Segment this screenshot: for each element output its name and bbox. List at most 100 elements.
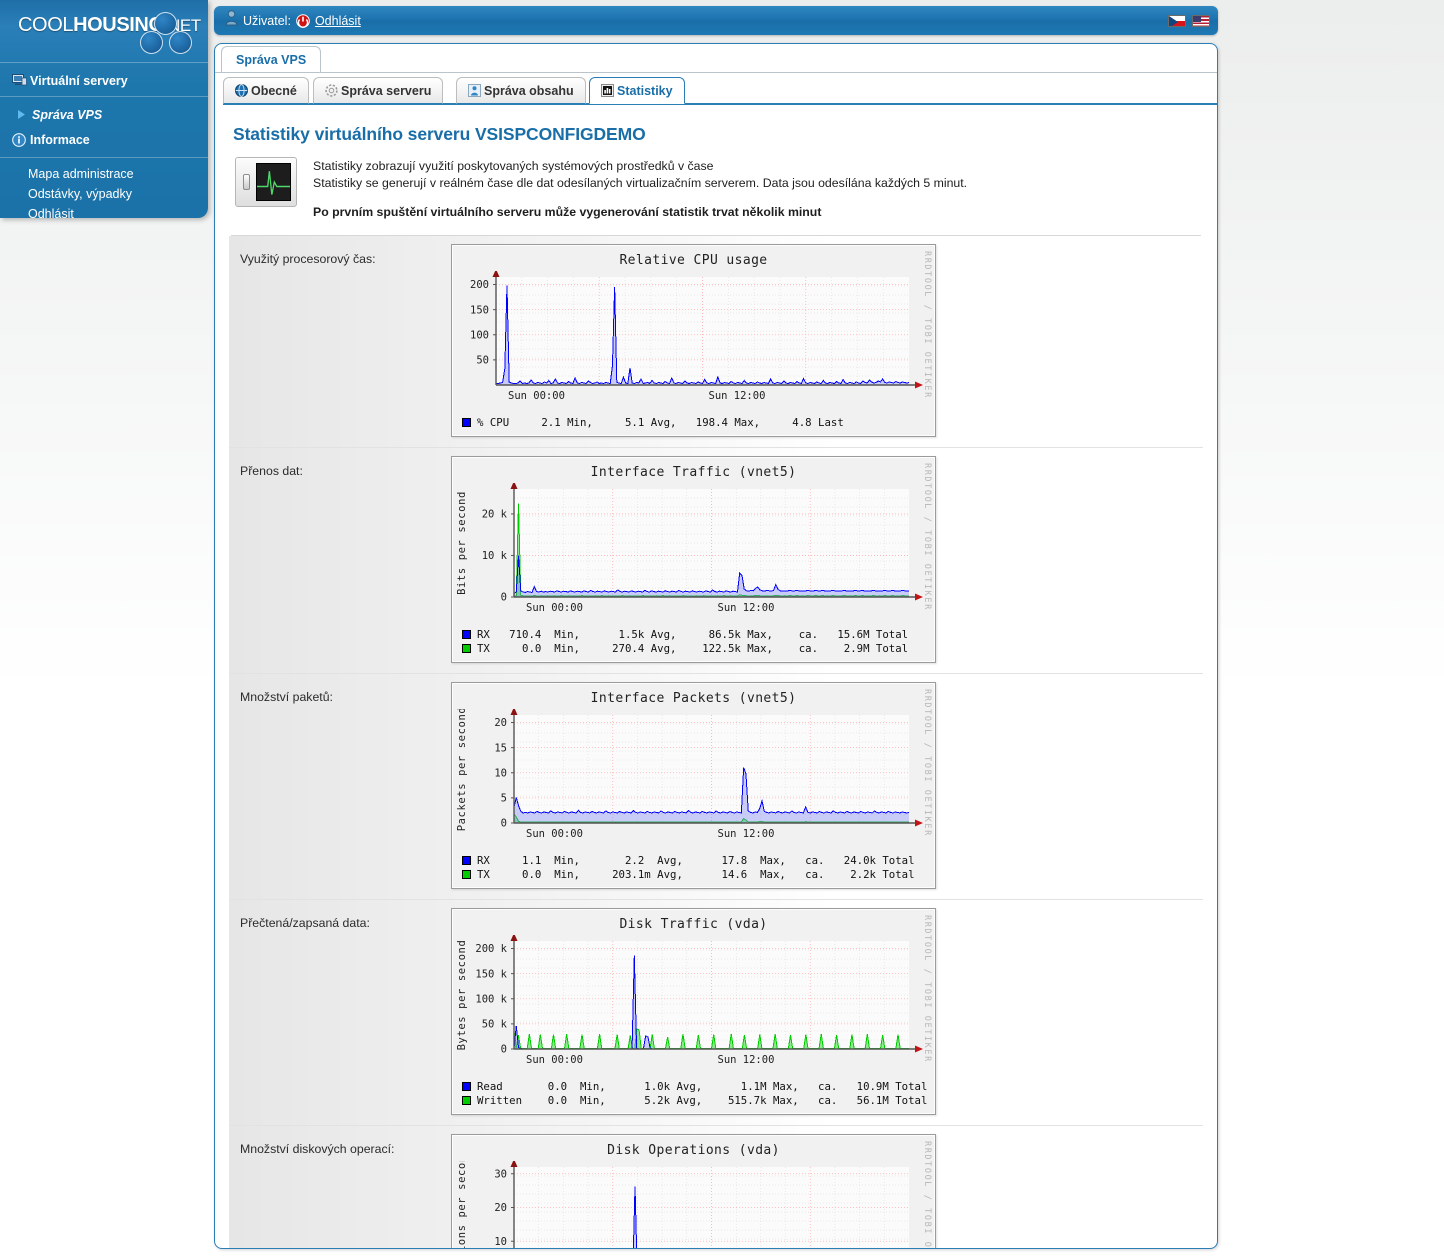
sidebar-sublinks: Mapa administrace Odstávky, výpadky Odhl…	[0, 157, 208, 229]
rrd-graph-title: Interface Traffic (vnet5)	[590, 464, 797, 480]
svg-text:Sun 12:00: Sun 12:00	[718, 1054, 775, 1066]
tab-sprava-obsahu[interactable]: Správa obsahu	[456, 77, 586, 104]
rrd-plot: Bytes per second 0 50 k 100 k 150 k 200 k Sun …	[456, 932, 923, 1066]
svg-text:Sun 12:00: Sun 12:00	[709, 390, 766, 402]
sidebar-item-virtual-servers[interactable]: Virtuální servery	[0, 68, 208, 93]
legend-text: Read 0.0 Min, 1.0k Avg, 1.1M Max, ca. 10…	[477, 1079, 928, 1093]
rrd-legend-row: TX 0.0 Min, 203.1m Avg, 14.6 Max, ca. 2.…	[462, 868, 935, 883]
sidebar-item-virtual-servers-label: Virtuální servery	[30, 73, 128, 88]
svg-text:Operations per second: Operations per second	[456, 1161, 468, 1250]
svg-text:50: 50	[476, 354, 489, 366]
tab-obecne-label: Obecné	[251, 83, 297, 98]
legend-swatch-icon	[462, 1096, 471, 1105]
intro-text: Statistiky zobrazují využití poskytovaný…	[313, 157, 967, 221]
svg-text:50 k: 50 k	[482, 1018, 508, 1030]
intro-line-2: Statistiky se generují v reálném čase dl…	[313, 176, 968, 190]
stat-row-label: Množství paketů:	[240, 689, 333, 704]
svg-text:Packets per second: Packets per second	[456, 709, 468, 831]
main-panel: Správa VPS Obecné Správa serveru Správa …	[214, 43, 1218, 1249]
user-bar: Uživatel: Odhlásit	[214, 6, 1218, 35]
svg-text:Sun 00:00: Sun 00:00	[508, 390, 565, 402]
rrd-legend-row: TX 0.0 Min, 270.4 Avg, 122.5k Max, ca. 2…	[462, 642, 935, 657]
rrd-watermark: RRDTOOL / TOBI OETIKER	[922, 462, 932, 611]
svg-text:20 k: 20 k	[482, 508, 508, 520]
content-area: Statistiky virtuálního serveru VSISPCONF…	[215, 124, 1217, 1250]
rrd-legend: RX 1.1 Min, 2.2 Avg, 17.8 Max, ca. 24.0k…	[452, 849, 935, 884]
logout-link[interactable]: Odhlásit	[315, 14, 361, 28]
legend-swatch-icon	[462, 855, 471, 865]
rrd-watermark: RRDTOOL / TOBI OETIKER	[922, 914, 932, 1063]
rrd-watermark: RRDTOOL / TOBI OETIKER	[922, 688, 932, 837]
tab-sprava-obsahu-label: Správa obsahu	[484, 83, 574, 98]
svg-text:0: 0	[501, 591, 507, 603]
sidebar-item-informace-label: Informace	[30, 132, 90, 147]
tab-sprava-vps[interactable]: Správa VPS	[221, 46, 322, 73]
rrd-legend-row: Read 0.0 Min, 1.0k Avg, 1.1M Max, ca. 10…	[462, 1080, 935, 1095]
svg-text:5: 5	[501, 792, 507, 804]
logo-circles-icon	[138, 12, 194, 56]
main-tab-strip: Správa VPS	[215, 44, 1217, 73]
stat-row-graph: Relative CPU usage RRDTOOL / TOBI OETIKER…	[451, 236, 936, 447]
svg-text:100: 100	[470, 329, 489, 341]
rrd-plot: Packets per second 0 5 10 15 20 Sun 00:00 Sun 1…	[456, 706, 923, 840]
cz-flag-icon[interactable]	[1168, 14, 1186, 27]
rrd-graph-title: Interface Packets (vnet5)	[590, 690, 797, 706]
intro-line-1: Statistiky zobrazují využití poskytovaný…	[313, 159, 714, 173]
rrd-legend-row: % CPU 2.1 Min, 5.1 Avg, 198.4 Max, 4.8 L…	[462, 416, 935, 431]
tab-statistiky[interactable]: Statistiky	[589, 77, 685, 104]
svg-text:Sun 00:00: Sun 00:00	[526, 1054, 583, 1066]
legend-swatch-icon	[462, 1081, 471, 1091]
rrd-legend-row: RX 1.1 Min, 2.2 Avg, 17.8 Max, ca. 24.0k…	[462, 854, 935, 869]
stat-row: Přečtená/zapsaná data: Disk Traffic (vda)…	[229, 899, 1203, 1126]
sidebar-item-informace[interactable]: Informace	[0, 127, 208, 152]
user-badge-icon	[468, 84, 481, 97]
legend-swatch-icon	[462, 870, 471, 879]
sidebar-item-sprava-vps[interactable]: Správa VPS	[0, 102, 208, 127]
svg-text:Bits per second: Bits per second	[456, 491, 468, 595]
sidebar-link-odstavky-vypadky[interactable]: Odstávky, výpadky	[0, 184, 208, 204]
sidebar-link-odhlasit[interactable]: Odhlásit	[0, 204, 208, 224]
info-icon	[12, 132, 30, 147]
chart-icon	[601, 84, 614, 97]
monitor-icon	[12, 74, 30, 87]
rrd-graph-title: Disk Traffic (vda)	[619, 916, 768, 932]
svg-text:30: 30	[494, 1168, 507, 1180]
svg-text:Sun 12:00: Sun 12:00	[718, 602, 775, 614]
sidebar-section-current: Správa VPS Informace	[0, 96, 208, 157]
rrd-graph-title: Relative CPU usage	[619, 253, 768, 268]
rrd-watermark: RRDTOOL / TOBI OETIKER	[922, 251, 932, 399]
stat-row: Množství paketů: Interface Packets (vnet5…	[229, 673, 1203, 900]
svg-text:20: 20	[494, 1202, 507, 1214]
sub-tab-bar: Obecné Správa serveru Správa obsahu Stat…	[223, 77, 1217, 106]
rrd-graph: Relative CPU usage RRDTOOL / TOBI OETIKER…	[451, 244, 936, 437]
rrd-legend-row: RX 710.4 Min, 1.5k Avg, 86.5k Max, ca. 1…	[462, 628, 935, 643]
stat-row-graph: Disk Operations (vda) RRDTOOL / TOBI OETI…	[451, 1126, 936, 1250]
tab-sprava-serveru-label: Správa serveru	[341, 83, 432, 98]
globe-icon	[235, 84, 248, 97]
rrd-plot: Bits per second 0 10 k 20 k Sun 00:00 Sun 12:…	[456, 480, 923, 614]
legend-text: % CPU 2.1 Min, 5.1 Avg, 198.4 Max, 4.8 L…	[477, 416, 844, 429]
rrd-watermark: RRDTOOL / TOBI OETIKER	[922, 1140, 932, 1249]
legend-text: RX 1.1 Min, 2.2 Avg, 17.8 Max, ca. 24.0k…	[477, 853, 915, 867]
stat-row: Využitý procesorový čas: Relative CPU usa…	[229, 236, 1203, 448]
svg-text:10: 10	[494, 767, 507, 779]
svg-text:Sun 00:00: Sun 00:00	[526, 828, 583, 840]
power-icon[interactable]	[296, 13, 310, 28]
svg-text:0: 0	[501, 817, 507, 829]
svg-text:150 k: 150 k	[475, 968, 507, 980]
tab-statistiky-label: Statistiky	[617, 83, 673, 98]
svg-text:200: 200	[470, 279, 489, 291]
tab-strip-divider	[215, 72, 1217, 73]
tab-sprava-vps-label: Správa VPS	[236, 53, 307, 67]
intro-block: Statistiky zobrazují využití poskytovaný…	[235, 157, 1203, 221]
svg-text:100 k: 100 k	[475, 993, 507, 1005]
tab-obecne[interactable]: Obecné	[223, 77, 309, 104]
brand-logo[interactable]: COOLHOUSING.NET	[0, 0, 208, 62]
tab-sprava-serveru[interactable]: Správa serveru	[313, 77, 444, 104]
rrd-legend: % CPU 2.1 Min, 5.1 Avg, 198.4 Max, 4.8 L…	[452, 411, 935, 432]
rrd-graph: Disk Traffic (vda) RRDTOOL / TOBI OETIKER…	[451, 907, 936, 1115]
stat-row: Množství diskových operací: Disk Operatio…	[229, 1125, 1203, 1250]
sidebar-link-mapa-administrace[interactable]: Mapa administrace	[0, 164, 208, 184]
us-flag-icon[interactable]	[1192, 14, 1210, 27]
stat-row-label: Množství diskových operací:	[240, 1141, 395, 1156]
